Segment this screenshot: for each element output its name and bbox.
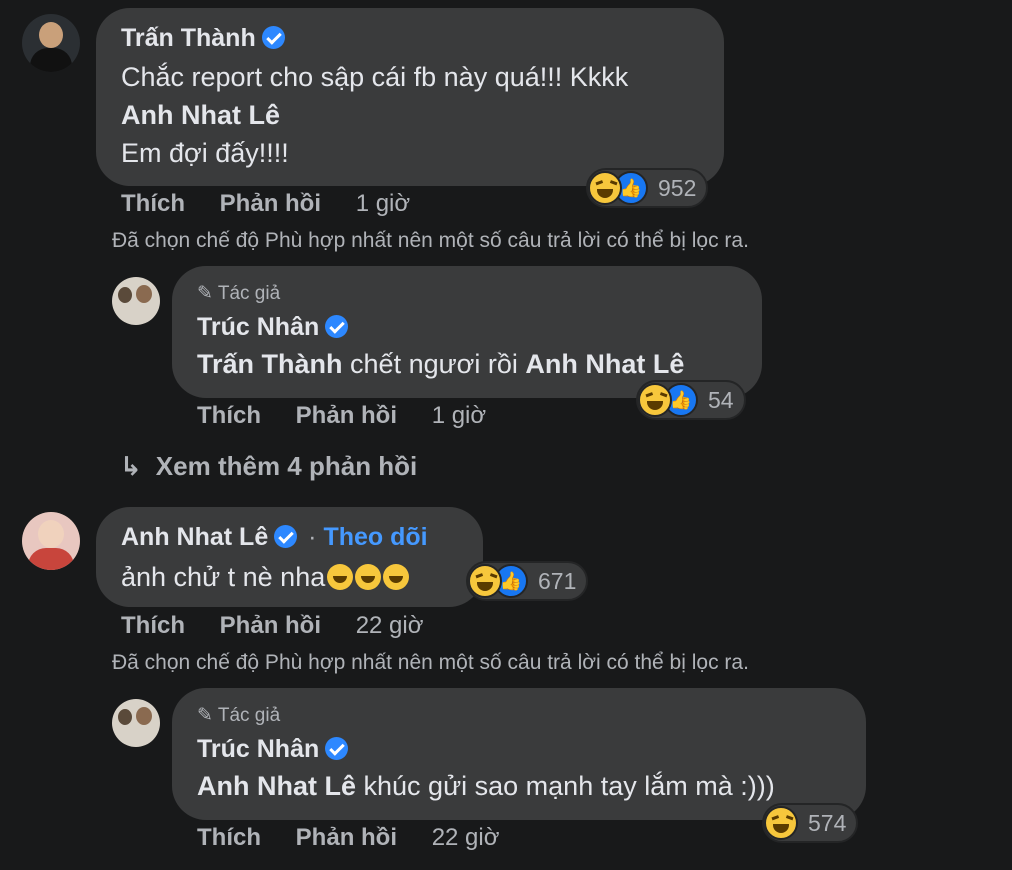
comment-text: Chắc report cho sập cái fb này quá!!! Kk… (121, 62, 629, 92)
avatar-truc-nhan[interactable] (112, 699, 160, 747)
author-badge: ✎ Tác giả (197, 705, 281, 726)
reply-text: Anh Nhat Lê khúc gửi sao mạnh tay lắm mà… (197, 771, 775, 801)
rofl-emoji-icon (327, 564, 354, 590)
comment-timestamp[interactable]: 1 giờ (356, 190, 410, 217)
reply-button[interactable]: Phản hồi (220, 190, 321, 217)
comment-text: Em đợi đấy!!!! (121, 138, 289, 168)
reaction-summary[interactable]: 574 (762, 803, 859, 843)
reply-button[interactable]: Phản hồi (296, 824, 397, 851)
reply-button[interactable]: Phản hồi (296, 402, 397, 429)
comment-author[interactable]: Trấn Thành (121, 24, 285, 53)
comment-mention[interactable]: Anh Nhat Lê (121, 96, 280, 134)
rofl-emoji-icon (383, 564, 410, 590)
haha-reaction-icon (638, 383, 672, 417)
reply-actions: Thích Phản hồi 22 giờ (197, 824, 499, 852)
view-more-replies-button[interactable]: ↳ Xem thêm 4 phản hồi (120, 451, 417, 482)
reaction-summary[interactable]: 👍 54 (636, 380, 746, 420)
reaction-count: 952 (658, 174, 697, 201)
reply-arrow-icon: ↳ (120, 451, 142, 481)
author-badge: ✎ Tác giả (197, 283, 281, 304)
verified-badge-icon (274, 525, 298, 548)
reply-timestamp[interactable]: 1 giờ (432, 402, 486, 429)
reply-button[interactable]: Phản hồi (220, 612, 321, 639)
like-button[interactable]: Thích (197, 402, 261, 429)
filter-note: Đã chọn chế độ Phù hợp nhất nên một số c… (112, 229, 749, 252)
reply-mention[interactable]: Anh Nhat Lê (525, 349, 684, 379)
haha-reaction-icon (764, 806, 798, 840)
avatar-tran-thanh[interactable] (22, 14, 80, 72)
like-button[interactable]: Thích (121, 190, 185, 217)
avatar-truc-nhan[interactable] (112, 277, 160, 325)
reply-text: Trấn Thành chết ngươi rồi Anh Nhat Lê (197, 349, 685, 379)
verified-badge-icon (325, 737, 349, 760)
reaction-count: 54 (708, 386, 734, 413)
verified-badge-icon (261, 26, 285, 49)
like-button[interactable]: Thích (197, 824, 261, 851)
verified-badge-icon (325, 315, 349, 338)
comment-actions: Thích Phản hồi 22 giờ (121, 612, 423, 640)
reply-mention[interactable]: Trấn Thành (197, 349, 343, 379)
comment-author[interactable]: Anh Nhat Lê · Theo dõi (121, 523, 428, 552)
reply-timestamp[interactable]: 22 giờ (432, 824, 500, 851)
comment-timestamp[interactable]: 22 giờ (356, 612, 424, 639)
follow-button[interactable]: Theo dõi (323, 523, 427, 551)
reply-author[interactable]: Trúc Nhân (197, 313, 349, 342)
reply-actions: Thích Phản hồi 1 giờ (197, 402, 486, 430)
pencil-icon: ✎ (197, 283, 213, 304)
reply-author[interactable]: Trúc Nhân (197, 735, 349, 764)
comment-actions: Thích Phản hồi 1 giờ (121, 190, 410, 218)
pencil-icon: ✎ (197, 705, 213, 726)
rofl-emoji-icon (355, 564, 382, 590)
reaction-summary[interactable]: 👍 671 (466, 561, 589, 601)
reply-mention[interactable]: Anh Nhat Lê (197, 771, 356, 801)
reaction-count: 574 (808, 809, 847, 836)
comment-text: ảnh chử t nè nha (121, 558, 410, 596)
haha-reaction-icon (588, 171, 622, 205)
reaction-count: 671 (538, 567, 577, 594)
like-button[interactable]: Thích (121, 612, 185, 639)
haha-reaction-icon (468, 564, 502, 598)
filter-note: Đã chọn chế độ Phù hợp nhất nên một số c… (112, 651, 749, 674)
reaction-summary[interactable]: 👍 952 (586, 168, 709, 208)
avatar-anh-nhat-le[interactable] (22, 512, 80, 570)
